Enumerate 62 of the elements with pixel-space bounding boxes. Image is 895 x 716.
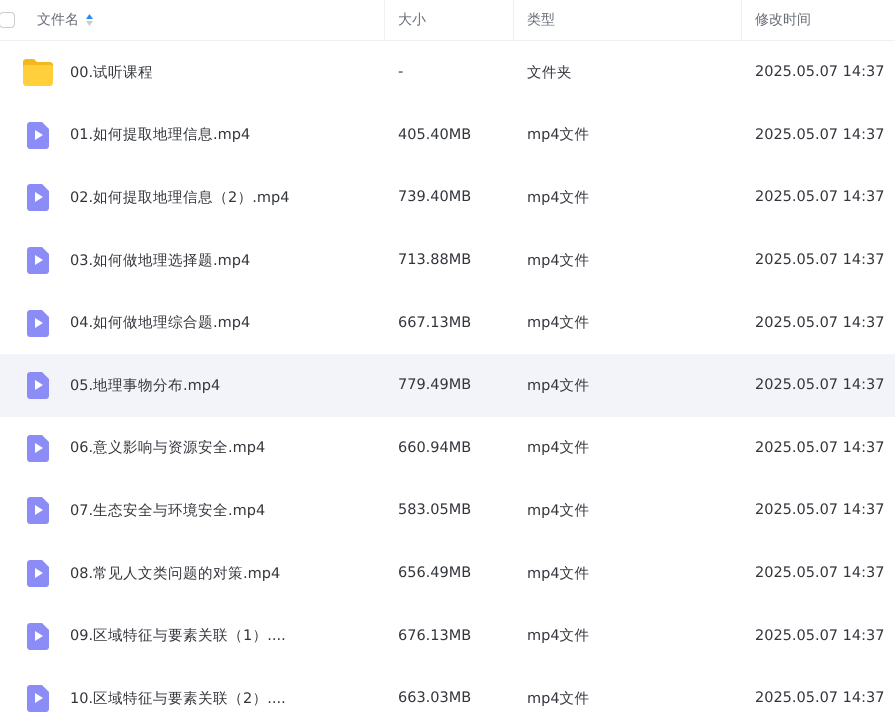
file-size: 656.49MB (398, 565, 472, 582)
select-all-checkbox[interactable] (0, 12, 15, 28)
file-type: mp4文件 (527, 628, 590, 644)
file-type: mp4文件 (527, 502, 590, 519)
modified-time: 2025.05.07 14:37 (755, 314, 884, 331)
file-row[interactable]: 01.如何提取地理信息.mp4 405.40MB mp4文件 2025.05.07 14:37 (0, 104, 895, 166)
file-size: 667.13MB (398, 314, 472, 331)
column-header[interactable]: 大小 (398, 11, 426, 29)
file-name: 05.地理事物分布.mp4 (70, 376, 220, 395)
modified-time: 2025.05.07 14:37 (755, 440, 884, 456)
column-header[interactable]: 类型 (527, 11, 555, 29)
file-row[interactable]: 06.意义影响与资源安全.mp4 660.94MB mp4文件 2025.05.07 14:37 (0, 416, 895, 480)
file-size: - (398, 64, 404, 80)
file-row[interactable]: 07.生态安全与环境安全.mp4 583.05MB mp4文件 2025.05.07 14:37 (0, 479, 895, 542)
file-row[interactable]: 09.区域特征与要素关联（1）.... 676.13MB mp4文件 2025.05.07 14:37 (0, 604, 895, 667)
sort-icon[interactable] (85, 13, 94, 27)
file-row[interactable]: 00.试听课程 - 文件夹 2025.05.07 14:37 (0, 41, 895, 104)
modified-time: 2025.05.07 14:37 (755, 126, 884, 143)
file-size: 739.40MB (398, 189, 472, 206)
file-name: 04.如何做地理综合题.mp4 (70, 314, 250, 332)
folder-icon (22, 57, 54, 88)
modified-time: 2025.05.07 14:37 (755, 502, 884, 518)
modified-time: 2025.05.07 14:37 (755, 377, 884, 394)
file-size: 583.05MB (398, 502, 472, 518)
file-name: 02.如何提取地理信息（2）.mp4 (70, 188, 290, 207)
file-type: mp4文件 (527, 566, 590, 582)
modified-time: 2025.05.07 14:37 (755, 690, 884, 706)
file-size: 676.13MB (398, 628, 472, 644)
file-row[interactable]: 02.如何提取地理信息（2）.mp4 739.40MB mp4文件 2025.05.07 14:37 (0, 166, 895, 229)
file-type: mp4文件 (527, 252, 590, 269)
file-row[interactable]: 04.如何做地理综合题.mp4 667.13MB mp4文件 2025.05.07 14:37 (0, 291, 895, 354)
file-name: 10.区域特征与要素关联（2）.... (70, 690, 286, 708)
file-type: mp4文件 (527, 127, 590, 144)
file-row[interactable]: 03.如何做地理选择题.mp4 713.88MB mp4文件 2025.05.07 14:37 (0, 228, 895, 292)
modified-time: 2025.05.07 14:37 (755, 189, 884, 206)
file-name: 08.常见人文类问题的对策.mp4 (70, 564, 280, 583)
file-row[interactable]: 10.区域特征与要素关联（2）.... 663.03MB mp4文件 2025.05.07 14:37 (0, 666, 895, 716)
file-type: mp4文件 (527, 440, 590, 456)
column-header[interactable]: 修改时间 (755, 11, 811, 29)
file-type: mp4文件 (527, 190, 590, 206)
file-type: mp4文件 (527, 378, 590, 394)
file-name: 00.试听课程 (70, 64, 154, 82)
file-type: mp4文件 (527, 315, 590, 332)
file-name: 03.如何做地理选择题.mp4 (70, 252, 250, 270)
file-row[interactable]: 08.常见人文类问题的对策.mp4 656.49MB mp4文件 2025.05.07 14:37 (0, 542, 895, 604)
modified-time: 2025.05.07 14:37 (755, 64, 884, 80)
file-type: mp4文件 (527, 690, 590, 707)
modified-time: 2025.05.07 14:37 (755, 565, 884, 582)
file-name: 07.生态安全与环境安全.mp4 (70, 502, 266, 520)
modified-time: 2025.05.07 14:37 (755, 252, 884, 268)
file-size: 663.03MB (398, 690, 472, 706)
modified-time: 2025.05.07 14:37 (755, 628, 884, 644)
file-row[interactable]: 05.地理事物分布.mp4 779.49MB mp4文件 2025.05.07 14:37 (0, 354, 895, 417)
file-size: 405.40MB (398, 126, 472, 143)
file-name: 06.意义影响与资源安全.mp4 (70, 438, 266, 458)
file-type: 文件夹 (527, 64, 572, 81)
file-size: 779.49MB (398, 377, 472, 394)
file-name: 09.区域特征与要素关联（1）.... (70, 627, 286, 646)
file-size: 660.94MB (398, 440, 472, 456)
file-size: 713.88MB (398, 252, 472, 268)
file-name: 01.如何提取地理信息.mp4 (70, 126, 250, 144)
column-header[interactable]: 文件名 (37, 11, 79, 29)
